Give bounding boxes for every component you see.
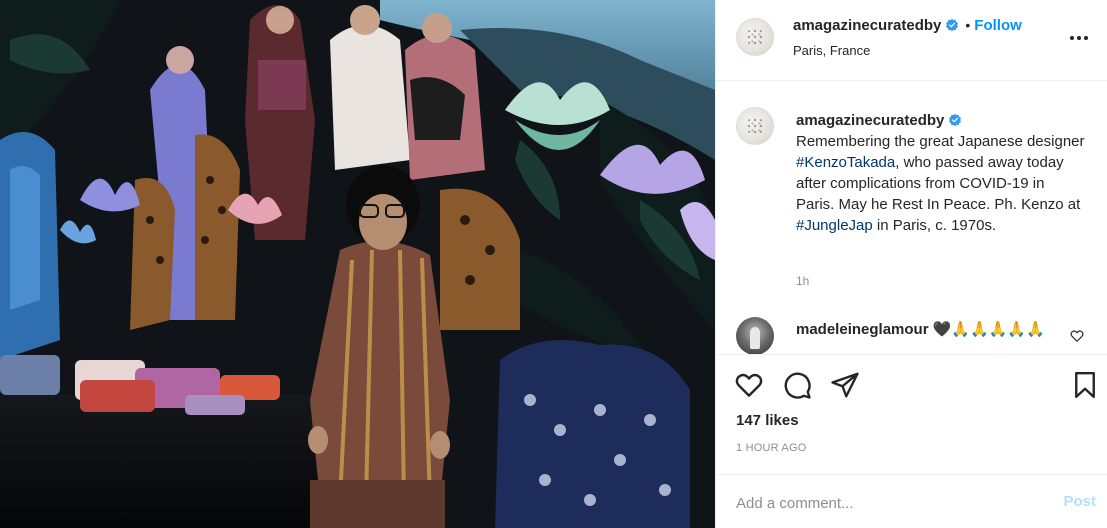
caption-avatar[interactable] (736, 107, 774, 145)
caption-text-part: in Paris, c. 1970s. (872, 217, 997, 234)
share-icon[interactable] (830, 370, 860, 400)
verified-badge-icon (946, 18, 959, 32)
author-avatar[interactable] (736, 18, 774, 56)
comment-input[interactable] (736, 493, 1036, 513)
author-username[interactable]: amagazinecuratedby (793, 17, 941, 34)
caption-text: Remembering the great Japanese designer … (796, 131, 1086, 236)
caption-time[interactable]: 1h (796, 274, 809, 288)
post-image (0, 0, 715, 528)
hashtag-link[interactable]: #JungleJap (796, 217, 873, 234)
like-comment-heart-icon[interactable] (1070, 329, 1084, 343)
heart-icon[interactable] (734, 370, 764, 400)
commenter-username[interactable]: madeleineglamour (796, 321, 929, 338)
author-line: amagazinecuratedby • Follow (793, 17, 1022, 35)
post-sidebar: amagazinecuratedby • Follow Paris, France… (715, 0, 1107, 528)
caption-username[interactable]: amagazinecuratedby (796, 112, 944, 129)
more-options-icon[interactable] (1068, 27, 1090, 49)
verified-badge-icon (949, 113, 962, 127)
post-location[interactable]: Paris, France (793, 43, 870, 58)
caption-body: amagazinecuratedby Remembering the great… (796, 110, 1086, 236)
hashtag-link[interactable]: #KenzoTakada (796, 154, 895, 171)
separator-dot: • (965, 17, 971, 33)
bookmark-icon[interactable] (1070, 370, 1100, 400)
comment-icon[interactable] (782, 370, 812, 400)
post-photo[interactable] (0, 0, 715, 528)
likes-count[interactable]: 147 likes (736, 412, 799, 429)
comments-list[interactable]: amagazinecuratedby Remembering the great… (716, 81, 1107, 354)
comment-item: madeleineglamour 🖤🙏🙏🙏🙏🙏 (736, 317, 1096, 354)
comment-text: 🖤🙏🙏🙏🙏🙏 (932, 321, 1045, 338)
follow-button[interactable]: Follow (974, 17, 1022, 34)
commenter-avatar[interactable] (736, 317, 774, 354)
action-bar: 147 likes 1 HOUR AGO (716, 354, 1107, 466)
comment-body: madeleineglamour 🖤🙏🙏🙏🙏🙏 (796, 319, 1056, 341)
caption-text-part: Remembering the great Japanese designer (796, 133, 1085, 150)
post-timestamp[interactable]: 1 HOUR AGO (736, 442, 806, 454)
post-header: amagazinecuratedby • Follow Paris, France (716, 0, 1107, 81)
post-comment-button[interactable]: Post (1063, 493, 1096, 510)
add-comment-bar: Post (716, 474, 1107, 528)
